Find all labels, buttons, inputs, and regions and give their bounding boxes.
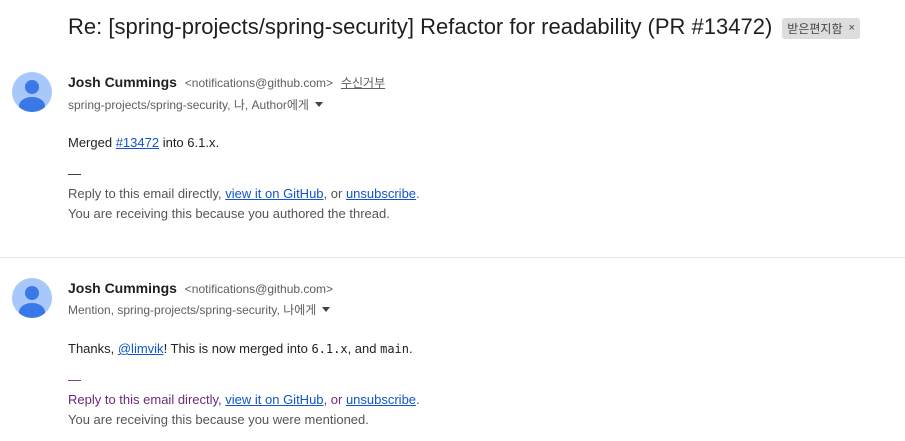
sender-email: <notifications@github.com> [184, 76, 334, 90]
show-details-caret-icon[interactable] [322, 307, 331, 312]
recipients-text: spring-projects/spring-security, 나, Auth… [68, 98, 309, 112]
footer-reason: You are receiving this because you autho… [68, 206, 390, 221]
remove-label-icon[interactable]: × [849, 22, 855, 34]
email-subject: Re: [spring-projects/spring-security] Re… [68, 14, 773, 39]
sender-name[interactable]: Josh Cummings [68, 280, 177, 296]
recipients-text: Mention, spring-projects/spring-security… [68, 303, 317, 317]
sender-avatar-icon[interactable] [12, 278, 52, 318]
footer-text: Reply to this email directly, [68, 392, 226, 407]
separator-dash: — [68, 372, 81, 387]
footer-text: . [416, 392, 420, 407]
message-body: Thanks, @limvik! This is now merged into… [68, 341, 413, 356]
message-divider [0, 257, 905, 258]
footer-text: . [416, 186, 420, 201]
view-on-github-link[interactable]: view it on GitHub [225, 186, 323, 201]
code-branch: 6.1.x [311, 342, 348, 356]
unsubscribe-thread-link[interactable]: unsubscribe [346, 186, 416, 201]
body-text: Thanks, [68, 341, 118, 356]
unsubscribe-thread-link[interactable]: unsubscribe [346, 392, 416, 407]
sender-avatar-icon[interactable] [12, 72, 52, 112]
body-text: . [409, 341, 413, 356]
message-header: Josh Cummings <notifications@github.com>… [68, 74, 385, 113]
inbox-label-text: 받은편지함 [787, 21, 843, 36]
footer-reason: You are receiving this because you were … [68, 412, 369, 427]
show-details-caret-icon[interactable] [314, 102, 323, 107]
body-text: Merged [68, 135, 116, 150]
message-body: Merged #13472 into 6.1.x. [68, 135, 219, 150]
code-branch: main [380, 342, 410, 356]
inbox-label-chip[interactable]: 받은편지함 × [782, 17, 860, 39]
footer-text: , or [323, 186, 346, 201]
recipients-line: Mention, spring-projects/spring-security… [68, 301, 333, 318]
separator-dash: — [68, 166, 81, 181]
footer-text: , or [323, 392, 346, 407]
sender-email: <notifications@github.com> [184, 282, 334, 296]
message-footer: Reply to this email directly, view it on… [68, 390, 420, 430]
message-footer: Reply to this email directly, view it on… [68, 184, 420, 224]
footer-text: Reply to this email directly, [68, 186, 226, 201]
pr-link[interactable]: #13472 [116, 135, 159, 150]
body-text: into 6.1.x. [159, 135, 220, 150]
view-on-github-link[interactable]: view it on GitHub [225, 392, 323, 407]
sender-name[interactable]: Josh Cummings [68, 74, 177, 90]
unsubscribe-link[interactable]: 수신거부 [341, 76, 385, 90]
recipients-line: spring-projects/spring-security, 나, Auth… [68, 96, 385, 113]
subject-row: Re: [spring-projects/spring-security] Re… [68, 14, 860, 40]
message-header: Josh Cummings <notifications@github.com>… [68, 280, 333, 318]
mention-link[interactable]: @limvik [118, 341, 164, 356]
body-text: ! This is now merged into [163, 341, 312, 356]
body-text: , and [347, 341, 381, 356]
